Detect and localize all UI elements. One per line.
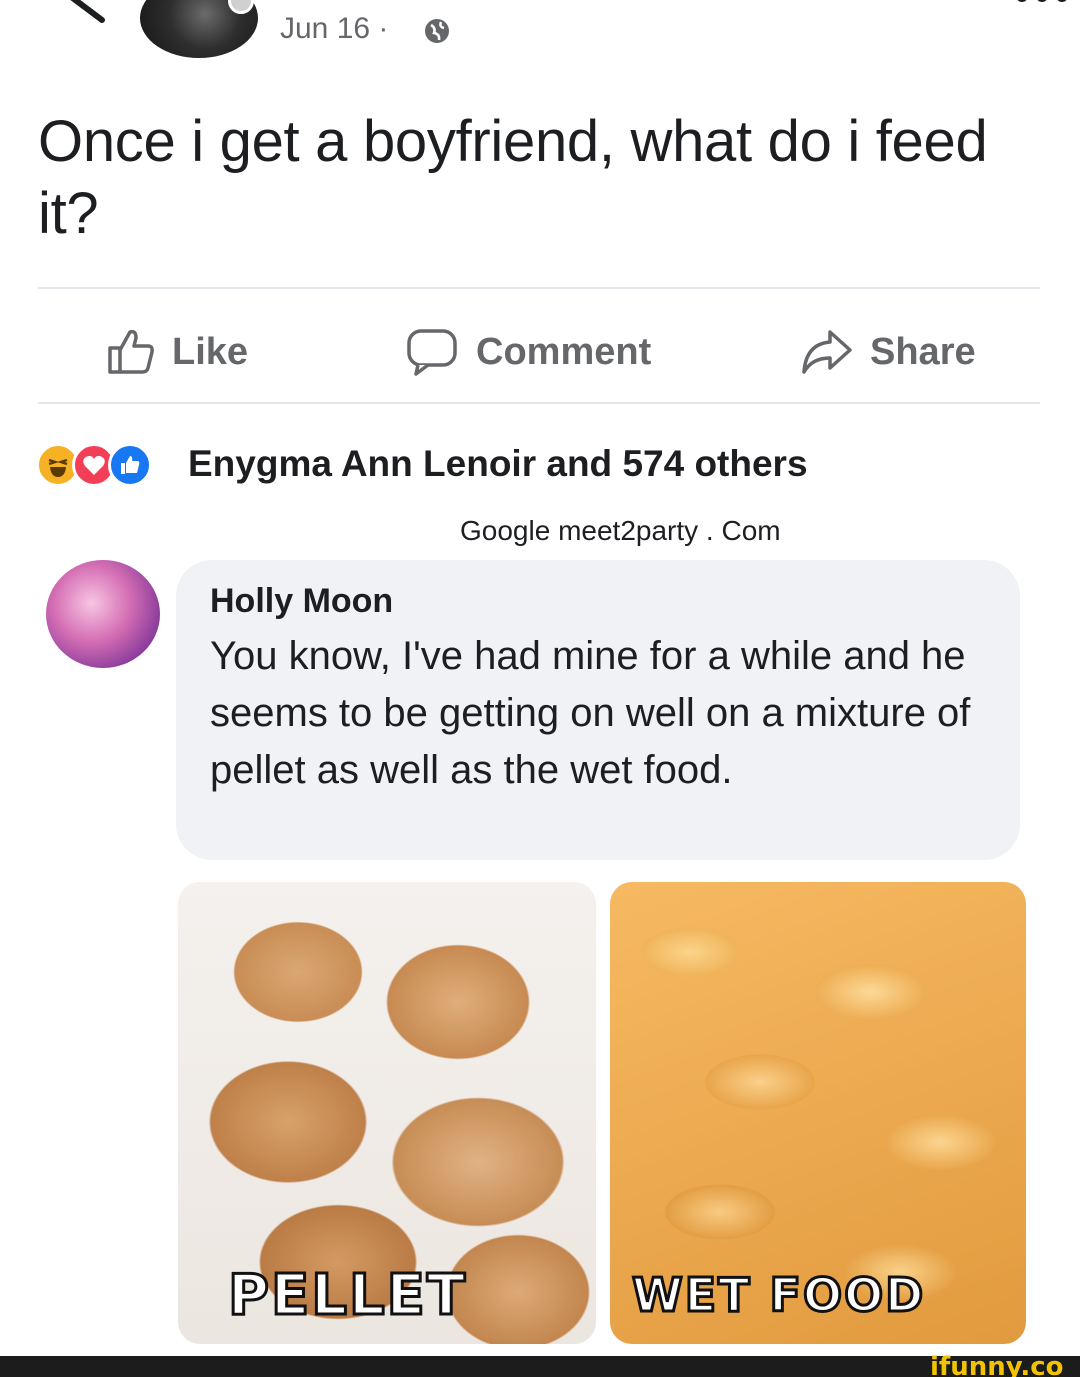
reaction-icons[interactable] xyxy=(36,440,152,490)
comment-button[interactable]: Comment xyxy=(406,322,651,382)
thumbs-up-icon xyxy=(108,329,154,374)
like-button[interactable]: Like xyxy=(106,322,248,382)
poster-avatar[interactable] xyxy=(140,0,258,58)
bottom-bar xyxy=(0,1356,1080,1377)
avatar-badge-icon xyxy=(228,0,254,14)
share-label: Share xyxy=(870,330,976,373)
post-date: Jun 16 · xyxy=(280,12,389,45)
divider-bottom xyxy=(38,402,1040,404)
pellet-label: PELLET xyxy=(226,1262,468,1330)
comment-label: Comment xyxy=(476,330,652,373)
comment-text: You know, I've had mine for a while and … xyxy=(210,634,971,792)
reactions-summary[interactable]: Enygma Ann Lenoir and 574 others xyxy=(188,440,808,488)
comment-author[interactable]: Holly Moon xyxy=(210,582,393,621)
divider-top xyxy=(38,287,1040,289)
like-icon xyxy=(108,443,152,487)
globe-icon xyxy=(425,19,449,43)
more-options-icon[interactable] xyxy=(1000,0,1080,10)
comment-bubble-icon xyxy=(407,329,457,376)
back-arrow-icon[interactable] xyxy=(62,0,112,34)
wet-food-label: WET FOOD xyxy=(630,1267,926,1324)
like-label: Like xyxy=(172,330,249,373)
post-text: Once i get a boyfriend, what do i feed i… xyxy=(38,109,988,246)
watermark: ifunny.co xyxy=(930,1352,1064,1377)
wet-food-photo[interactable]: WET FOOD xyxy=(610,882,1026,1344)
share-button[interactable]: Share xyxy=(800,322,976,382)
pellet-photo[interactable]: PELLET xyxy=(178,882,596,1344)
overlay-text: Google meet2party . Com xyxy=(460,515,781,546)
share-arrow-icon xyxy=(802,330,852,374)
commenter-avatar[interactable] xyxy=(46,560,160,668)
